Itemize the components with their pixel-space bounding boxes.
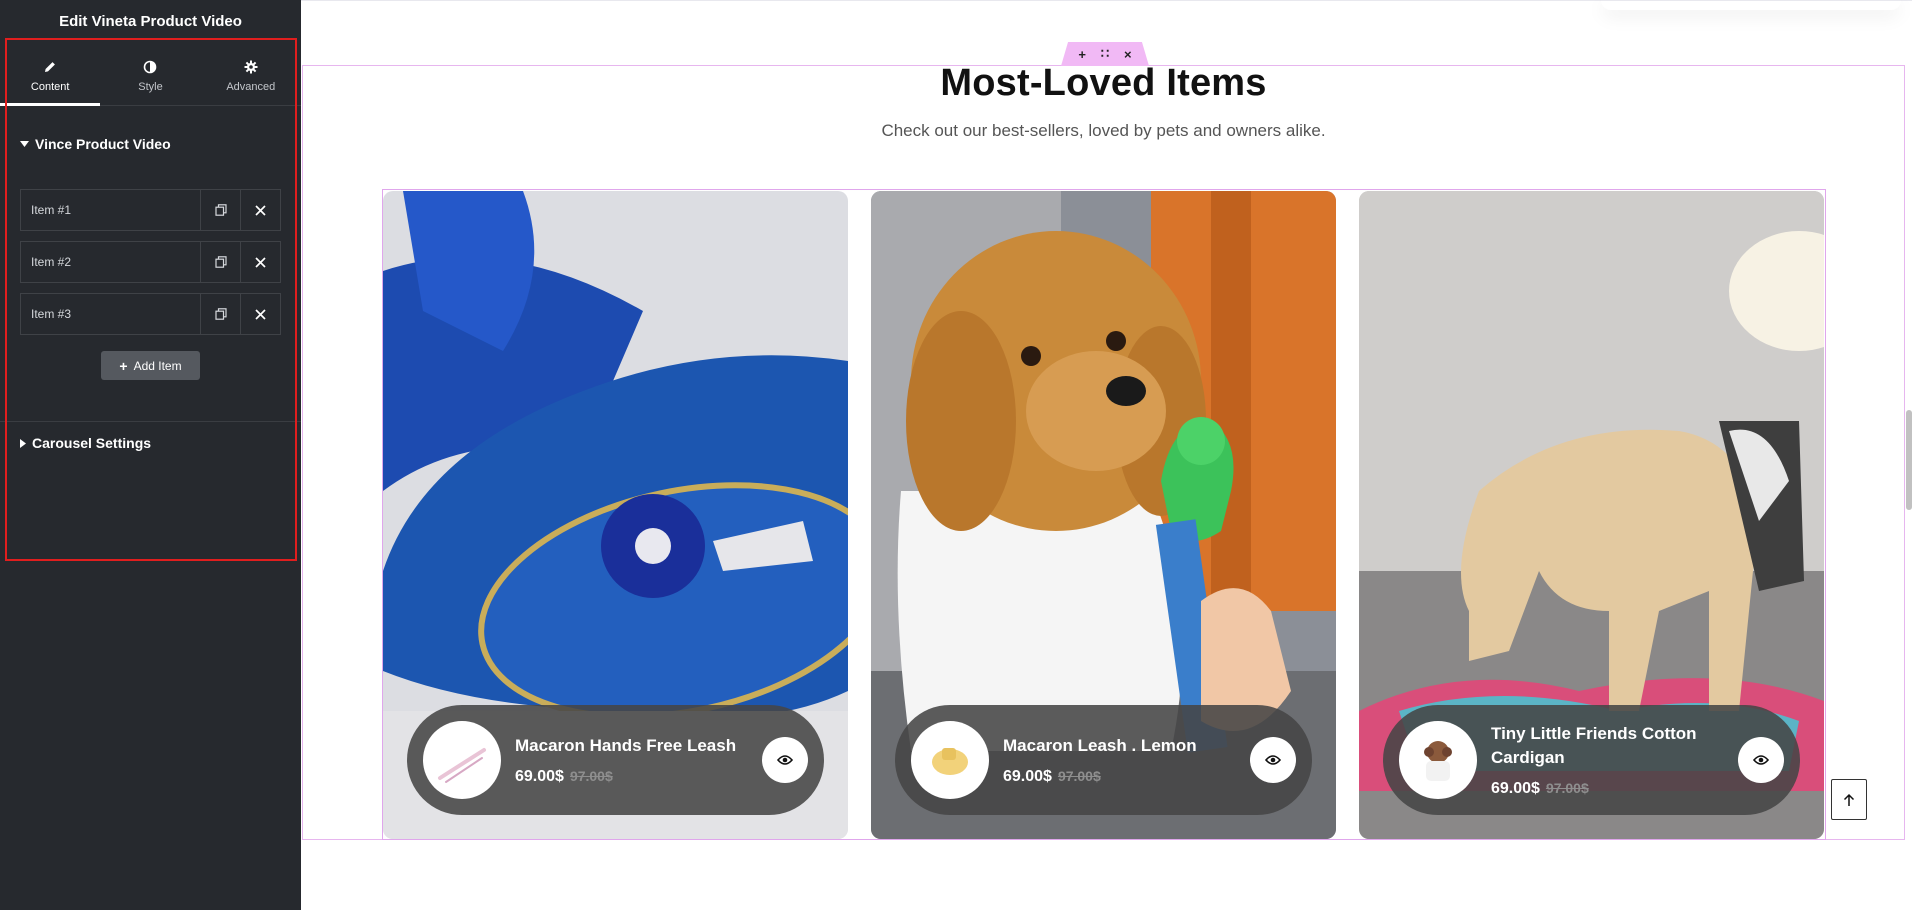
drag-handle-icon[interactable]: ∷ — [1101, 46, 1109, 62]
plus-icon: + — [119, 357, 128, 374]
page-heading: Most-Loved Items — [940, 62, 1267, 104]
product-info: Macaron Hands Free Leash 69.00$ 97.00$ — [407, 705, 824, 815]
product-text: Tiny Little Friends Cotton Cardigan 69.0… — [1491, 722, 1738, 798]
current-price: 69.00$ — [1003, 768, 1052, 785]
old-price: 97.00$ — [569, 768, 613, 784]
tab-style[interactable]: Style — [100, 44, 200, 105]
preview-canvas: + ∷ × Most-Loved Items Check out our bes… — [301, 0, 1912, 910]
panel-tabs: Content Style Advanced — [0, 44, 301, 106]
product-card[interactable]: Macaron Hands Free Leash 69.00$ 97.00$ — [383, 191, 848, 839]
product-name[interactable]: Macaron Hands Free Leash — [515, 734, 762, 758]
section-carousel-settings[interactable]: Carousel Settings — [20, 435, 151, 451]
tab-content[interactable]: Content — [0, 44, 101, 106]
section-divider — [0, 421, 301, 422]
repeater-row: Item #2 — [20, 241, 281, 283]
product-thumbnail — [423, 721, 501, 799]
product-thumbnail — [911, 721, 989, 799]
product-text: Macaron Hands Free Leash 69.00$ 97.00$ — [515, 734, 762, 786]
section-vince-product-video[interactable]: Vince Product Video — [20, 136, 171, 152]
current-price: 69.00$ — [515, 768, 564, 785]
repeater-item-label[interactable]: Item #3 — [21, 294, 200, 334]
panel-title: Edit Vineta Product Video — [59, 13, 242, 30]
arrow-up-icon — [1843, 793, 1855, 806]
old-price: 97.00$ — [1057, 768, 1101, 784]
scroll-to-top-button[interactable] — [1831, 779, 1867, 820]
quick-view-eye-icon[interactable] — [762, 737, 808, 783]
product-card[interactable]: Tiny Little Friends Cotton Cardigan 69.0… — [1359, 191, 1824, 839]
duplicate-icon[interactable] — [200, 242, 240, 282]
product-info: Tiny Little Friends Cotton Cardigan 69.0… — [1383, 705, 1800, 815]
gear-icon — [244, 57, 258, 77]
product-price: 69.00$ 97.00$ — [515, 768, 762, 786]
tab-advanced-label: Advanced — [226, 80, 276, 93]
product-thumbnail — [1399, 721, 1477, 799]
duplicate-icon[interactable] — [200, 190, 240, 230]
close-icon[interactable] — [240, 294, 280, 334]
editor-panel: Edit Vineta Product Video Content Style … — [0, 0, 301, 910]
add-item-button[interactable]: + Add Item — [101, 351, 200, 380]
caret-down-icon — [20, 141, 29, 147]
tab-content-label: Content — [30, 80, 70, 93]
old-price: 97.00$ — [1545, 780, 1589, 796]
current-price: 69.00$ — [1491, 780, 1540, 797]
tab-style-label: Style — [138, 80, 163, 93]
repeater-row: Item #3 — [20, 293, 281, 335]
section-title: Carousel Settings — [32, 435, 152, 451]
repeater-item-label[interactable]: Item #1 — [21, 190, 200, 230]
product-price: 69.00$ 97.00$ — [1003, 768, 1250, 786]
quick-view-eye-icon[interactable] — [1250, 737, 1296, 783]
product-name[interactable]: Macaron Leash . Lemon — [1003, 734, 1250, 758]
page-scrollbar[interactable] — [1906, 410, 1912, 510]
product-price: 69.00$ 97.00$ — [1491, 780, 1738, 798]
quick-view-eye-icon[interactable] — [1738, 737, 1784, 783]
section-title: Vince Product Video — [35, 136, 171, 152]
tab-advanced[interactable]: Advanced — [201, 44, 301, 105]
product-name[interactable]: Tiny Little Friends Cotton Cardigan — [1491, 722, 1738, 770]
add-section-icon[interactable]: + — [1078, 47, 1086, 62]
close-icon[interactable] — [240, 190, 280, 230]
duplicate-icon[interactable] — [200, 294, 240, 334]
product-card[interactable]: Macaron Leash . Lemon 69.00$ 97.00$ — [871, 191, 1336, 839]
half-circle-icon — [143, 57, 157, 77]
repeater-item-label[interactable]: Item #2 — [21, 242, 200, 282]
caret-right-icon — [20, 438, 26, 448]
repeater-list: Item #1 Item #2 Item #3 — [20, 189, 281, 345]
add-item-label: Add Item — [133, 358, 182, 373]
repeater-row: Item #1 — [20, 189, 281, 231]
close-icon[interactable] — [240, 242, 280, 282]
pencil-icon — [43, 57, 57, 77]
product-info: Macaron Leash . Lemon 69.00$ 97.00$ — [895, 705, 1312, 815]
product-text: Macaron Leash . Lemon 69.00$ 97.00$ — [1003, 734, 1250, 786]
header-shadow — [1601, 0, 1901, 10]
delete-section-icon[interactable]: × — [1124, 47, 1132, 62]
page-subheading: Check out our best-sellers, loved by pet… — [881, 121, 1326, 140]
